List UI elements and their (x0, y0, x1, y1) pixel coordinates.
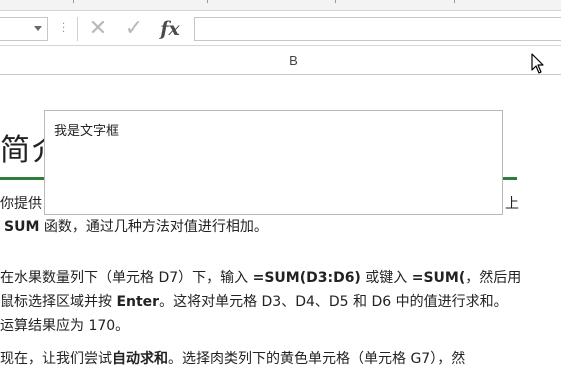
text-span: 在水果数量列下（单元格 D7）下，输入 (0, 270, 253, 286)
text-box-content[interactable]: 我是文字框 (54, 120, 119, 139)
formula-input[interactable] (194, 17, 561, 41)
text-span: 运算结果应为 170。 (0, 318, 130, 334)
column-header-row: B (0, 46, 561, 75)
text-box[interactable]: 我是文字框 (44, 110, 503, 215)
ribbon-tick (454, 0, 455, 3)
paragraph-line: 你提供 (0, 194, 42, 214)
function-name: SUM (4, 219, 40, 235)
name-box[interactable] (0, 17, 48, 41)
formula-text: =SUM(D3:D6) (252, 270, 361, 286)
text-span: 函数，通过几种方法对值进行相加。 (39, 219, 268, 235)
paragraph-line: 运算结果应为 170。 (0, 316, 129, 336)
formula-bar-divider (77, 17, 78, 41)
text-span: 。这将对单元格 D3、D4、D5 和 D6 中的值进行求和。 (159, 294, 508, 310)
ribbon-tick (73, 0, 74, 3)
key-name: Enter (116, 294, 160, 310)
insert-function-button[interactable]: fx (157, 16, 183, 42)
feature-name: 自动求和 (112, 351, 168, 367)
chevron-down-icon[interactable] (34, 26, 42, 31)
ribbon-tick (207, 0, 208, 3)
text-span: 鼠标选择区域并按 (0, 294, 117, 310)
text-span: 现在，让我们尝试 (0, 351, 112, 367)
ribbon-bottom-edge (0, 0, 561, 11)
mouse-pointer-icon (531, 53, 544, 74)
check-icon[interactable]: ✓ (121, 16, 147, 42)
column-header-b[interactable]: B (0, 53, 561, 68)
more-options-icon[interactable]: · · · (62, 20, 66, 38)
text-span: 。选择肉类列下的黄色单元格（单元格 G7），然 (168, 351, 466, 367)
formula-bar: · · · ✕ ✓ fx (0, 11, 561, 46)
formula-text: =SUM( (411, 270, 466, 286)
paragraph-line: 现在，让我们尝试自动求和。选择肉类列下的黄色单元格（单元格 G7），然 (0, 349, 465, 369)
text-span: 或键入 (360, 270, 412, 286)
text-span: ，然后用 (465, 270, 522, 286)
paragraph-line-end: 上 (505, 196, 519, 212)
paragraph-line: SUM 函数，通过几种方法对值进行相加。 (4, 217, 268, 237)
close-icon[interactable]: ✕ (85, 16, 111, 42)
ribbon-tick (335, 0, 336, 3)
paragraph-line: 在水果数量列下（单元格 D7）下，输入 =SUM(D3:D6) 或键入 =SUM… (0, 268, 521, 288)
paragraph-line: 鼠标选择区域并按 Enter。这将对单元格 D3、D4、D5 和 D6 中的值进… (0, 292, 508, 312)
text-span: 你提供 (0, 196, 42, 212)
